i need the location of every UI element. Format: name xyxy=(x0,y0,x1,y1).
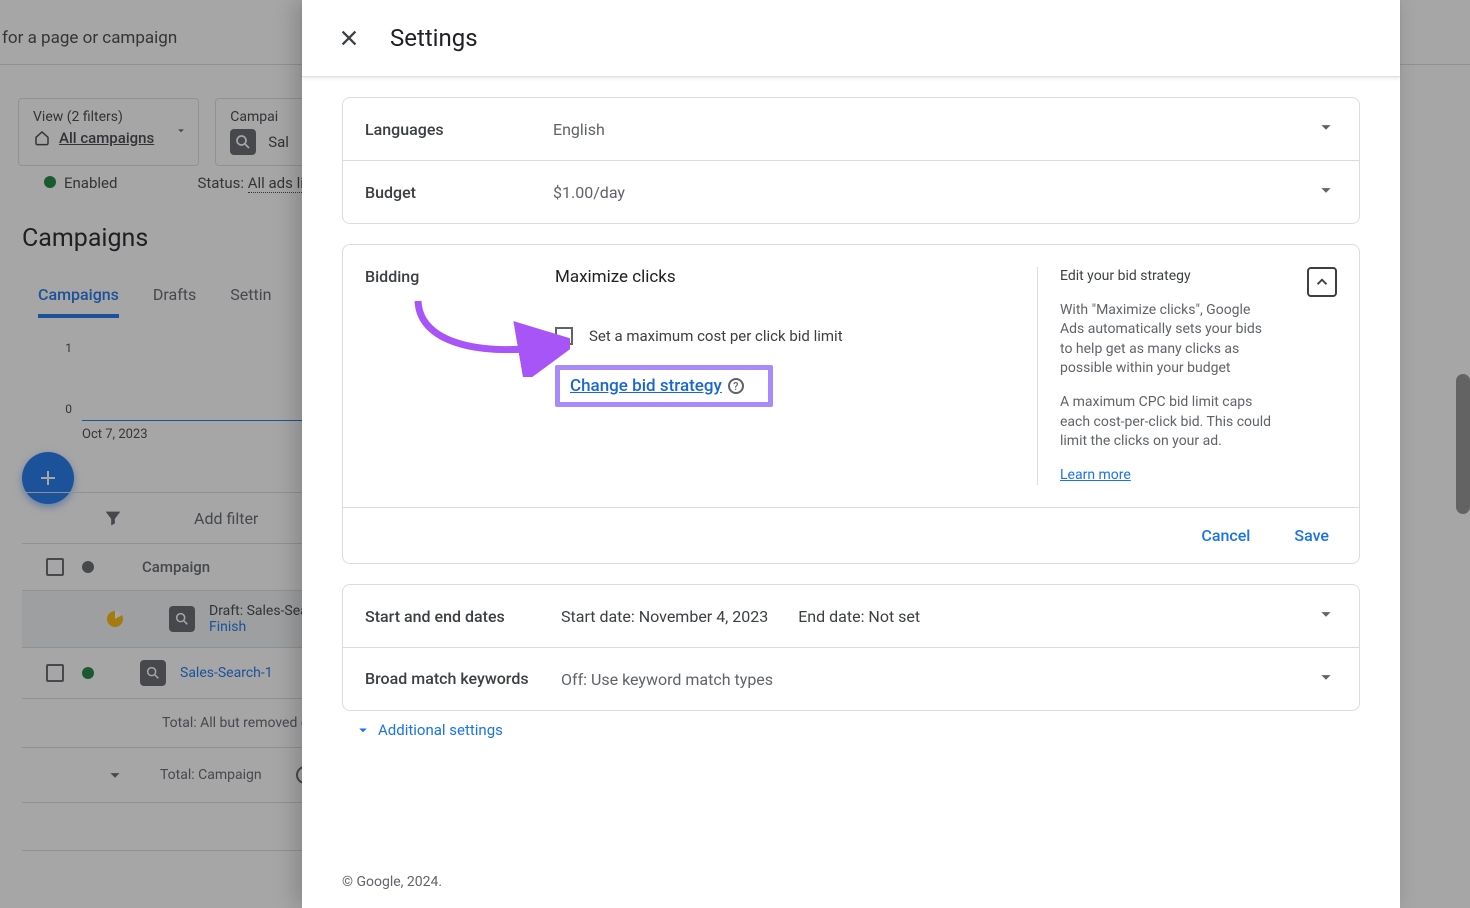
close-button[interactable] xyxy=(336,25,362,51)
dates-row[interactable]: Start and end dates Start date: November… xyxy=(343,585,1359,648)
chevron-up-icon xyxy=(1313,273,1331,291)
settings-panel: Settings Languages English Budget $1.00/… xyxy=(302,0,1400,908)
max-cpc-checkbox-label: Set a maximum cost per click bid limit xyxy=(589,327,843,345)
cancel-button[interactable]: Cancel xyxy=(1201,526,1250,545)
chevron-down-icon xyxy=(1309,179,1337,205)
close-icon xyxy=(338,27,360,49)
bidding-section: Bidding Maximize clicks Set a maximum co… xyxy=(342,244,1360,564)
max-cpc-checkbox[interactable] xyxy=(555,327,573,345)
languages-row[interactable]: Languages English xyxy=(343,98,1359,161)
chevron-down-icon xyxy=(1309,116,1337,142)
footer-text: © Google, 2024. xyxy=(342,874,442,890)
panel-title: Settings xyxy=(390,24,478,52)
chevron-down-icon xyxy=(1309,666,1337,692)
learn-more-link[interactable]: Learn more xyxy=(1060,467,1131,483)
change-bid-strategy-link[interactable]: Change bid strategy xyxy=(570,376,722,396)
bidding-label: Bidding xyxy=(365,267,555,485)
collapse-button[interactable] xyxy=(1307,267,1337,297)
start-date-value: Start date: November 4, 2023 xyxy=(561,607,768,626)
help-icon[interactable]: ? xyxy=(728,378,744,394)
chevron-down-icon xyxy=(1309,603,1337,629)
scrollbar-thumb[interactable] xyxy=(1456,374,1470,514)
broad-match-row[interactable]: Broad match keywords Off: Use keyword ma… xyxy=(343,648,1359,710)
change-bid-strategy-highlight: Change bid strategy ? xyxy=(555,365,773,407)
panel-header: Settings xyxy=(302,0,1400,77)
bidding-help-panel: Edit your bid strategy With "Maximize cl… xyxy=(1037,267,1277,485)
save-button[interactable]: Save xyxy=(1294,526,1329,545)
budget-row[interactable]: Budget $1.00/day xyxy=(343,161,1359,223)
chevron-down-icon xyxy=(354,721,372,739)
additional-settings-link[interactable]: Additional settings xyxy=(354,721,1360,739)
bidding-strategy-title: Maximize clicks xyxy=(555,267,1037,287)
end-date-value: End date: Not set xyxy=(798,607,920,626)
